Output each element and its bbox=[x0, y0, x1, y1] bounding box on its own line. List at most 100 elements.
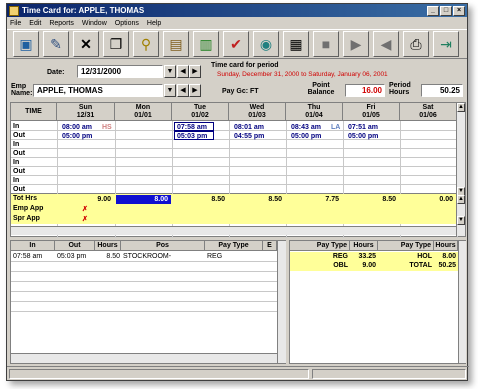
col-out[interactable]: Out bbox=[55, 241, 95, 251]
scroll-up-icon[interactable]: ▲ bbox=[457, 103, 465, 112]
date-next-icon[interactable]: ▶ bbox=[189, 65, 201, 78]
col-hours: Hours bbox=[350, 241, 378, 251]
emp-dropdown-icon[interactable]: ▼ bbox=[164, 84, 176, 97]
flag-thu: LA bbox=[331, 124, 341, 131]
period-range: Sunday, December 31, 2000 to Saturday, J… bbox=[217, 71, 388, 78]
vertical-scrollbar[interactable] bbox=[277, 241, 286, 363]
summary-hours: 50.25 bbox=[438, 262, 456, 269]
print-icon[interactable]: ⎙ bbox=[403, 31, 429, 57]
tot-tue: 8.50 bbox=[211, 196, 225, 203]
period-hours-label: Period Hours bbox=[389, 82, 411, 96]
point-balance-value: 16.00 bbox=[345, 84, 385, 97]
punch-thu-in[interactable]: 08:43 am bbox=[288, 122, 328, 131]
menu-window[interactable]: Window bbox=[82, 20, 107, 27]
col-hours: Hours bbox=[434, 241, 458, 251]
col-e[interactable]: E bbox=[263, 241, 277, 251]
menu-edit[interactable]: Edit bbox=[29, 20, 41, 27]
date-field[interactable]: 12/31/2000 bbox=[77, 65, 163, 78]
punch-detail-panel: In Out Hours Pos Pay Type E 07:58 am 05:… bbox=[10, 240, 286, 364]
point-balance-label: Point Balance bbox=[307, 82, 335, 96]
date-label: Date: bbox=[47, 69, 65, 76]
day-name: Sun bbox=[78, 104, 93, 111]
lookup-icon[interactable]: ◉ bbox=[253, 31, 279, 57]
day-header-sat[interactable]: Sat 01/06 bbox=[400, 103, 457, 121]
day-header-fri[interactable]: Fri 01/05 bbox=[343, 103, 400, 121]
day-date: 01/01 bbox=[134, 112, 152, 119]
col-pos[interactable]: Pos bbox=[121, 241, 205, 251]
tot-mon: 8.00 bbox=[116, 195, 171, 204]
exit-icon[interactable]: ⇥ bbox=[433, 31, 459, 57]
detail-pos[interactable]: STOCKROOM- bbox=[123, 252, 203, 261]
period-hours-value: 50.25 bbox=[421, 84, 463, 97]
day-name: Tue bbox=[194, 104, 206, 111]
col-hours[interactable]: Hours bbox=[95, 241, 121, 251]
menu-help[interactable]: Help bbox=[147, 20, 161, 27]
emp-approval-mark[interactable]: ✗ bbox=[79, 204, 91, 213]
vertical-scrollbar[interactable]: ▲ ▼ ▲ ▼ bbox=[456, 103, 465, 236]
col-pay-type[interactable]: Pay Type bbox=[205, 241, 263, 251]
emp-prev-icon[interactable]: ◀ bbox=[177, 84, 189, 97]
punch-fri-out[interactable]: 05:00 pm bbox=[345, 131, 385, 140]
minimize-button[interactable]: _ bbox=[427, 5, 439, 16]
punch-tue-out[interactable]: 05:03 pm bbox=[174, 131, 214, 140]
summary-hours: 8.00 bbox=[442, 253, 456, 260]
summary-type: REG bbox=[332, 253, 348, 260]
col-pay-type: Pay Type bbox=[378, 241, 434, 251]
horizontal-scrollbar[interactable] bbox=[11, 353, 277, 363]
emp-next-icon[interactable]: ▶ bbox=[189, 84, 201, 97]
day-header-wed[interactable]: Wed 01/03 bbox=[229, 103, 286, 121]
punch-sun-in[interactable]: 08:00 am bbox=[59, 122, 99, 131]
tot-sun: 9.00 bbox=[97, 196, 111, 203]
detail-hours[interactable]: 8.50 bbox=[95, 252, 120, 261]
punch-wed-in[interactable]: 08:01 am bbox=[231, 122, 271, 131]
timecard-grid: TIME Sun 12/31 Mon 01/01 Tue 01/02 Wed 01/03… bbox=[10, 102, 466, 238]
save-icon[interactable]: ▣ bbox=[13, 31, 39, 57]
punch-fri-in[interactable]: 07:51 am bbox=[345, 122, 385, 131]
punch-tue-in[interactable]: 07:58 am bbox=[174, 122, 214, 131]
day-date: 01/03 bbox=[248, 112, 266, 119]
punch-sun-out[interactable]: 05:00 pm bbox=[59, 131, 99, 140]
detail-in[interactable]: 07:58 am bbox=[13, 252, 53, 261]
stop-icon[interactable]: ■ bbox=[313, 31, 339, 57]
punch-thu-out[interactable]: 05:00 pm bbox=[288, 131, 328, 140]
spr-approval-mark[interactable]: ✗ bbox=[79, 214, 91, 223]
day-header-sun[interactable]: Sun 12/31 bbox=[57, 103, 115, 121]
edit-icon[interactable]: ✎ bbox=[43, 31, 69, 57]
emp-name-field[interactable]: APPLE, THOMAS bbox=[33, 84, 163, 97]
detail-pay-type[interactable]: REG bbox=[207, 252, 263, 261]
flag-sun: HS bbox=[102, 124, 112, 131]
check-icon[interactable]: ✔ bbox=[223, 31, 249, 57]
day-header-thu[interactable]: Thu 01/04 bbox=[286, 103, 343, 121]
header-panel: Date: 12/31/2000 ▼ ◀ ▶ Emp Name: APPLE, … bbox=[7, 60, 469, 100]
menu-file[interactable]: File bbox=[10, 20, 21, 27]
menu-options[interactable]: Options bbox=[115, 20, 139, 27]
scroll-down-icon[interactable]: ▼ bbox=[457, 216, 465, 225]
search-icon[interactable]: ⚲ bbox=[133, 31, 159, 57]
spr-app-label: Spr App bbox=[13, 215, 40, 222]
horizontal-scrollbar[interactable] bbox=[11, 226, 457, 235]
menu-reports[interactable]: Reports bbox=[49, 20, 74, 27]
grid-line bbox=[11, 261, 277, 262]
date-dropdown-icon[interactable]: ▼ bbox=[164, 65, 176, 78]
close-button[interactable]: × bbox=[453, 5, 465, 16]
summary-type: OBL bbox=[333, 262, 348, 269]
folder-icon[interactable]: ▤ bbox=[163, 31, 189, 57]
scroll-up-icon[interactable]: ▲ bbox=[457, 195, 465, 204]
previous-icon[interactable]: ◀ bbox=[373, 31, 399, 57]
status-bar bbox=[7, 366, 469, 380]
date-prev-icon[interactable]: ◀ bbox=[177, 65, 189, 78]
chart-icon[interactable]: ▥ bbox=[193, 31, 219, 57]
delete-icon[interactable]: ✕ bbox=[73, 31, 99, 57]
punch-wed-out[interactable]: 04:55 pm bbox=[231, 131, 271, 140]
calculator-icon[interactable]: ▦ bbox=[283, 31, 309, 57]
day-header-mon[interactable]: Mon 01/01 bbox=[115, 103, 172, 121]
detail-out[interactable]: 05:03 pm bbox=[57, 252, 95, 261]
next-icon[interactable]: ▶ bbox=[343, 31, 369, 57]
copy-icon[interactable]: ❐ bbox=[103, 31, 129, 57]
col-in[interactable]: In bbox=[11, 241, 55, 251]
window-title: Time Card for: APPLE, THOMAS bbox=[22, 6, 145, 15]
day-name: Wed bbox=[249, 104, 265, 111]
maximize-button[interactable]: □ bbox=[440, 5, 452, 16]
day-header-tue[interactable]: Tue 01/02 bbox=[172, 103, 229, 121]
vertical-scrollbar[interactable] bbox=[458, 241, 466, 363]
